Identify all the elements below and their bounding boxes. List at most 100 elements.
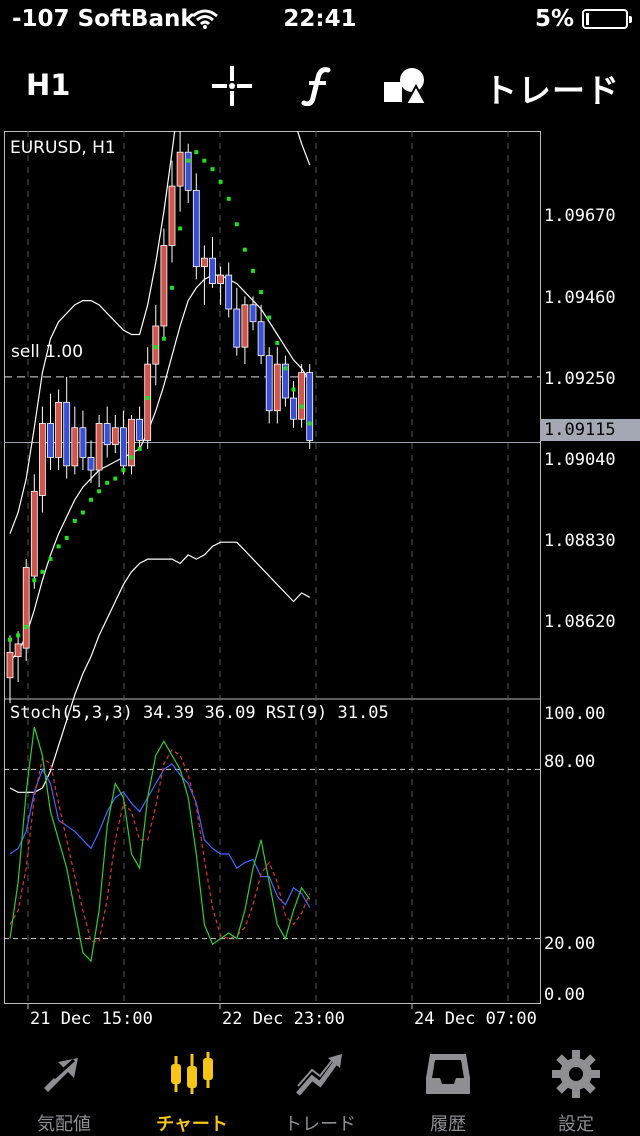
history-icon: [426, 1054, 470, 1094]
price-chart[interactable]: [4, 131, 640, 1011]
sar-dot: [24, 624, 29, 629]
candle-body: [63, 401, 71, 467]
tab-quotes[interactable]: 気配値: [0, 1040, 128, 1136]
tab-bar: 気配値 チャート トレード 履歴 設定: [0, 1040, 640, 1136]
candle-body: [184, 151, 192, 191]
timeframe-button[interactable]: H1: [26, 68, 70, 102]
sar-dot: [56, 544, 61, 549]
trade-icon: [296, 1054, 342, 1096]
price-tick: 1.09040: [544, 450, 616, 470]
sar-dot: [178, 226, 183, 231]
candle-body: [200, 257, 208, 268]
tab-label: トレード: [284, 1114, 356, 1135]
tab-label: 履歴: [430, 1114, 466, 1135]
sar-dot: [275, 340, 280, 345]
tab-label: 気配値: [37, 1114, 91, 1135]
candle-body: [273, 363, 281, 412]
order-line-label[interactable]: sell 1.00: [11, 342, 83, 362]
chart-area[interactable]: EURUSD, H1 sell 1.00 Stoch(5,3,3) 34.39 …: [4, 131, 640, 1029]
tab-settings[interactable]: 設定: [512, 1040, 640, 1136]
sar-dot: [48, 557, 53, 562]
sar-dot: [242, 247, 247, 252]
sar-dot: [105, 480, 110, 485]
trade-button[interactable]: トレード: [484, 64, 620, 112]
candle-body: [47, 423, 54, 458]
sar-dot: [121, 468, 126, 473]
candle-body: [233, 308, 241, 348]
price-tick: 1.09670: [544, 206, 616, 226]
sar-dot: [259, 290, 264, 295]
sar-dot: [210, 167, 215, 172]
oscillator-tick: 100.00: [544, 704, 606, 724]
candle-body: [55, 401, 62, 458]
sar-dot: [89, 497, 93, 502]
bollinger-lower-band: [9, 541, 310, 793]
candle-body: [39, 423, 46, 496]
candle-body: [306, 372, 314, 441]
chart-toolbar: H1 トレード: [0, 48, 640, 120]
sar-dot: [153, 345, 158, 350]
sar-dot: [137, 446, 142, 451]
sar-dot: [170, 285, 174, 290]
candle-body: [160, 245, 168, 327]
settings-icon: [552, 1050, 600, 1098]
sar-dot: [40, 569, 45, 574]
current-price-label: 1.09115: [540, 419, 640, 441]
sar-dot: [291, 387, 296, 392]
sar-dot: [32, 578, 37, 583]
candle-body: [168, 185, 176, 246]
sar-dot: [202, 158, 207, 163]
candle-body: [217, 274, 225, 284]
candle-body: [225, 274, 233, 310]
function-icon[interactable]: [298, 66, 342, 106]
time-tick: 22 Dec 23:00: [222, 1009, 345, 1029]
bollinger-upper-band: [9, 131, 311, 534]
sar-dot: [299, 404, 304, 409]
chart-icon: [171, 1052, 213, 1094]
candle-body: [79, 427, 87, 458]
stoch-main-line: [9, 726, 311, 963]
candle-body: [6, 651, 14, 679]
candle-body: [111, 427, 119, 446]
crosshair-icon[interactable]: [210, 66, 254, 106]
sar-dot: [113, 476, 118, 481]
sar-dot: [64, 535, 69, 540]
candle-body: [241, 304, 249, 348]
candle-body: [30, 490, 38, 577]
tab-history[interactable]: 履歴: [384, 1040, 512, 1136]
objects-icon[interactable]: [382, 66, 426, 106]
candle-body: [103, 423, 111, 446]
candle-body: [152, 325, 160, 365]
sar-dot: [97, 489, 102, 494]
chart-frame: [4, 131, 541, 1004]
candle-body: [298, 372, 306, 420]
time-tick: 24 Dec 07:00: [414, 1009, 537, 1029]
candle-body: [209, 257, 216, 284]
tab-chart[interactable]: チャート: [128, 1040, 256, 1136]
bollinger-middle-band: [9, 274, 311, 662]
indicator-label: Stoch(5,3,3) 34.39 36.09 RSI(9) 31.05: [10, 703, 389, 723]
price-tick: 1.08620: [544, 612, 616, 632]
sar-dot: [218, 179, 223, 184]
sar-dot: [129, 455, 134, 460]
sar-dot: [283, 366, 288, 371]
battery-percent: 5%: [534, 6, 574, 32]
sar-dot: [161, 336, 166, 341]
symbol-label: EURUSD, H1: [10, 138, 116, 158]
candle-body: [192, 189, 200, 268]
time-tick: 21 Dec 15:00: [30, 1009, 153, 1029]
sar-dot: [145, 396, 150, 401]
sar-dot: [16, 633, 21, 638]
price-tick: 1.09250: [544, 369, 616, 389]
stoch-signal-line: [9, 748, 311, 943]
candle-body: [176, 151, 184, 187]
price-tick: 1.08830: [544, 531, 616, 551]
candle-body: [249, 304, 257, 323]
oscillator-tick: 80.00: [544, 752, 596, 772]
tab-trade[interactable]: トレード: [256, 1040, 384, 1136]
sar-dot: [251, 268, 255, 273]
sar-dot: [307, 421, 312, 426]
candle-body: [257, 321, 265, 357]
candle-body: [14, 643, 22, 658]
candle-body: [290, 397, 297, 420]
